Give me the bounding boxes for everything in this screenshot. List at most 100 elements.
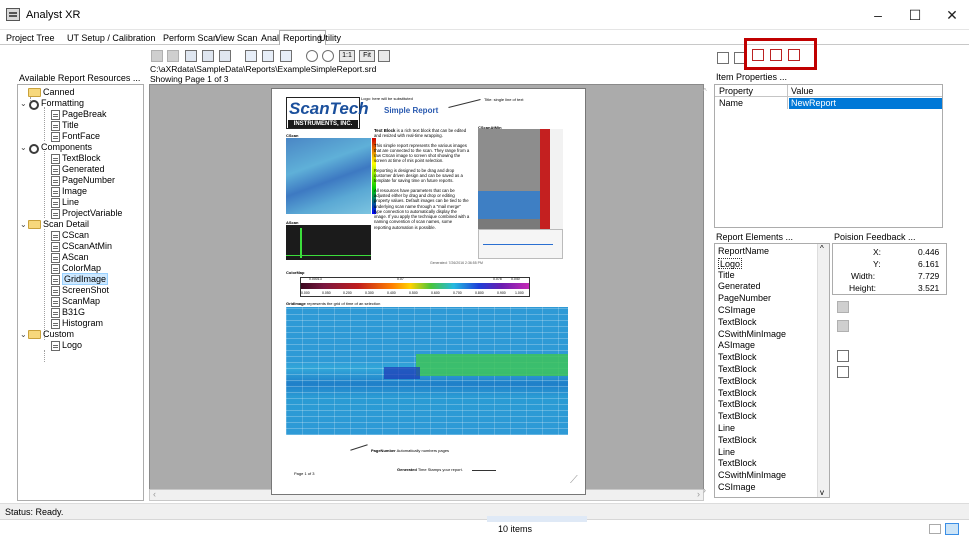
vertical-scrollbar[interactable]: ^ v <box>817 244 829 497</box>
tree-node-image[interactable]: Image <box>51 186 87 197</box>
chevron-down-icon[interactable]: ⌄ <box>20 329 28 340</box>
tree-node-pagebreak[interactable]: PageBreak <box>51 109 107 120</box>
report-element-item[interactable]: TextBlock <box>718 388 757 400</box>
tab-utility[interactable]: Utility <box>316 31 344 45</box>
tab-ut-setup[interactable]: UT Setup / Calibration <box>64 31 158 45</box>
tree-node-textblock[interactable]: TextBlock <box>51 153 101 164</box>
report-element-item[interactable]: TextBlock <box>718 376 757 388</box>
scroll-up-icon[interactable]: ^ <box>703 87 707 96</box>
close-button[interactable]: ✕ <box>937 4 967 26</box>
scroll-right-icon[interactable]: › <box>703 485 706 495</box>
first-page-button[interactable] <box>151 50 163 62</box>
goto-page-button[interactable] <box>219 50 231 62</box>
ascan-image[interactable] <box>286 225 371 260</box>
scroll-left-icon[interactable]: ‹ <box>153 489 156 499</box>
tree-node-scan-detail[interactable]: ⌄ Scan Detail <box>20 219 89 230</box>
tree-node-ascan[interactable]: AScan <box>51 252 89 263</box>
tree-node-generated[interactable]: Generated <box>51 164 105 175</box>
align-left-button[interactable] <box>245 50 257 62</box>
report-element-item[interactable]: CSwithMinImage <box>718 470 786 482</box>
report-element-item[interactable]: CSImage <box>718 305 756 317</box>
item-properties-grid[interactable]: Property Value Name NewReport ^ <box>703 84 943 228</box>
export-report-icon[interactable] <box>788 49 800 61</box>
align-center-button[interactable] <box>262 50 274 62</box>
report-element-item[interactable]: TextBlock <box>718 435 757 447</box>
report-element-item[interactable]: Generated <box>718 281 761 293</box>
tiles-view-icon[interactable] <box>945 523 959 535</box>
tree-node-custom[interactable]: ⌄ Custom <box>20 329 74 340</box>
next-page-button[interactable] <box>185 50 197 62</box>
tree-node-formatting[interactable]: ⌄ Formatting <box>20 98 84 110</box>
colormap-box[interactable]: 0.00013 0.07 0.078 0.040 0.000 0.050 0.2… <box>300 277 530 297</box>
zoom-fit-button[interactable]: Fit <box>359 50 375 62</box>
last-page-button[interactable] <box>202 50 214 62</box>
property-value[interactable]: NewReport <box>789 98 942 109</box>
report-element-item[interactable]: TextBlock <box>718 364 757 376</box>
resize-grip-icon[interactable]: ⟋ <box>570 475 582 487</box>
report-element-item[interactable]: ASImage <box>718 340 755 352</box>
text-block[interactable]: Text Block is a rich text block that can… <box>374 128 470 230</box>
tree-node-fontface[interactable]: FontFace <box>51 131 100 142</box>
tab-project-tree[interactable]: Project Tree <box>3 31 58 45</box>
report-element-item[interactable]: Title <box>718 270 735 282</box>
report-element-item[interactable]: TextBlock <box>718 317 757 329</box>
tree-node-projectvariable[interactable]: ProjectVariable <box>51 208 122 219</box>
tree-node-components[interactable]: ⌄ Components <box>20 142 92 154</box>
chevron-down-icon[interactable]: ⌄ <box>20 142 28 153</box>
cscanatmin-image[interactable] <box>478 129 563 229</box>
report-element-item[interactable]: CSImage <box>718 482 756 494</box>
tab-view-scan[interactable]: View Scan <box>212 31 260 45</box>
report-element-item[interactable]: Line <box>718 447 735 459</box>
zoom-in-icon[interactable] <box>322 50 334 62</box>
report-page[interactable]: ScanTech INSTRUMENTS, INC. Logo: here wi… <box>271 88 586 495</box>
scroll-right-icon[interactable]: › <box>697 489 700 499</box>
cscan-image[interactable] <box>286 138 371 214</box>
report-element-item[interactable]: Logo <box>718 257 743 270</box>
tree-node-canned[interactable]: Canned <box>28 87 75 98</box>
minimize-button[interactable]: – <box>863 4 893 26</box>
scroll-up-icon[interactable]: ^ <box>820 244 824 253</box>
save-report-icon[interactable] <box>752 49 764 61</box>
grid-image[interactable] <box>286 307 568 435</box>
tree-node-scanmap[interactable]: ScanMap <box>51 296 100 307</box>
move-down-button[interactable] <box>837 320 849 332</box>
report-element-item[interactable]: TextBlock <box>718 352 757 364</box>
report-element-item[interactable]: TextBlock <box>718 458 757 470</box>
save-as-report-icon[interactable] <box>770 49 782 61</box>
chevron-down-icon[interactable]: ⌄ <box>20 219 28 230</box>
tree-node-cscan[interactable]: CScan <box>51 230 89 241</box>
scroll-down-icon[interactable]: v <box>820 488 824 497</box>
tree-node-logo[interactable]: Logo <box>51 340 82 351</box>
align-right-button[interactable] <box>280 50 292 62</box>
zoom-out-icon[interactable] <box>306 50 318 62</box>
new-report-icon[interactable] <box>717 52 729 64</box>
copy-element-icon[interactable] <box>837 350 849 362</box>
tree-node-histogram[interactable]: Histogram <box>51 318 103 329</box>
report-element-item[interactable]: TextBlock <box>718 411 757 423</box>
report-element-item[interactable]: PageNumber <box>718 293 771 305</box>
report-element-item[interactable]: TextBlock <box>718 399 757 411</box>
previous-page-button[interactable] <box>167 50 179 62</box>
details-view-icon[interactable] <box>929 524 941 534</box>
maximize-button[interactable]: ☐ <box>900 4 930 26</box>
zoom-100-button[interactable]: 1:1 <box>339 50 355 62</box>
gear-icon <box>28 99 39 110</box>
tree-node-title[interactable]: Title <box>51 120 79 131</box>
report-element-item[interactable]: CSwithMinImage <box>718 329 786 341</box>
logo-block[interactable]: ScanTech INSTRUMENTS, INC. <box>286 97 369 129</box>
resource-tree[interactable]: Canned ⌄ Formatting PageBreak Title FontF… <box>17 84 144 501</box>
tree-node-gridimage[interactable]: GridImage <box>51 273 109 285</box>
print-preview-button[interactable] <box>378 50 390 62</box>
move-up-button[interactable] <box>837 301 849 313</box>
tree-node-screenshot[interactable]: ScreenShot <box>51 285 109 296</box>
chevron-down-icon[interactable]: ⌄ <box>20 98 28 109</box>
property-row[interactable]: Name NewReport <box>715 98 942 109</box>
tree-node-pagenumber[interactable]: PageNumber <box>51 175 115 186</box>
report-element-item[interactable]: Line <box>718 423 735 435</box>
delete-element-icon[interactable] <box>837 366 849 378</box>
tree-node-cscanatmin[interactable]: CScanAtMin <box>51 241 112 252</box>
tree-node-b31g[interactable]: B31G <box>51 307 85 318</box>
report-elements-list[interactable]: ReportName Logo Title Generated PageNumber CS… <box>714 243 830 498</box>
tree-node-line[interactable]: Line <box>51 197 79 208</box>
report-element-item[interactable]: ReportName <box>718 246 769 258</box>
